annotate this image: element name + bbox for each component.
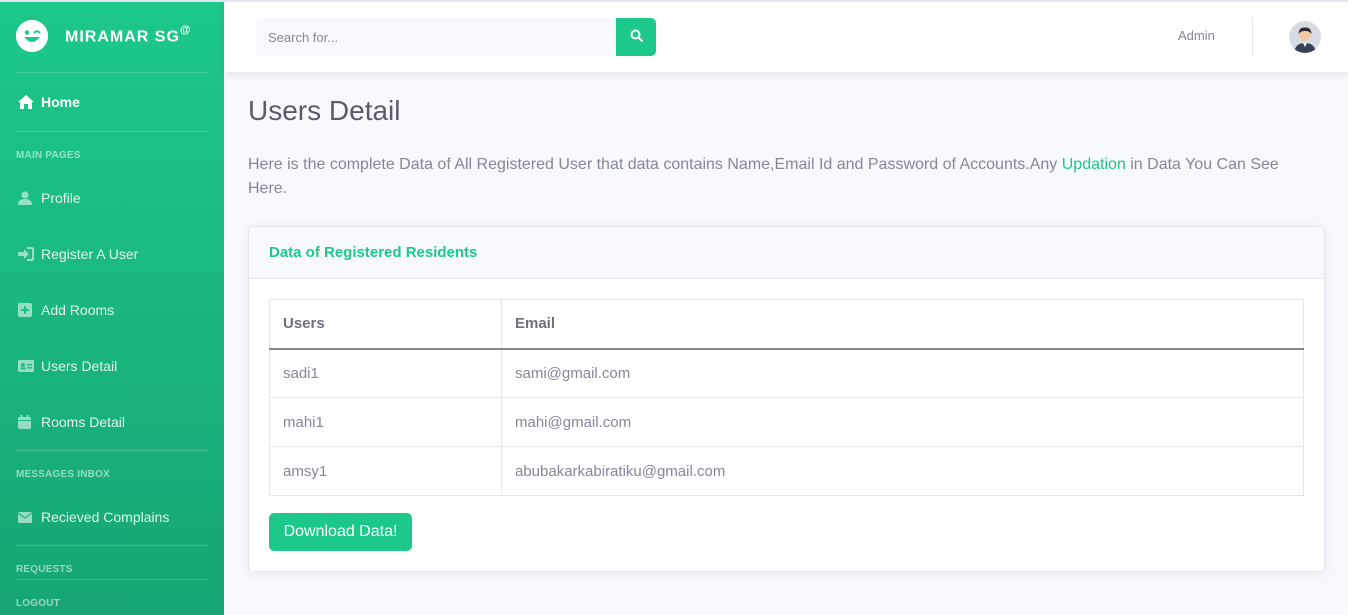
intro-text: Here is the complete Data of All Registe…	[248, 156, 1279, 197]
table-row: amsy1 abubakarkabiratiku@gmail.com	[269, 446, 1304, 496]
home-icon	[18, 95, 41, 109]
search-button[interactable]	[616, 18, 656, 56]
plus-square-icon	[18, 303, 41, 317]
laugh-wink-icon	[16, 20, 48, 52]
calendar-icon	[18, 415, 41, 429]
sidebar-heading-main-pages: MAIN PAGES	[16, 150, 81, 161]
card-title: Data of Registered Residents	[249, 227, 1324, 279]
avatar[interactable]	[1289, 21, 1321, 53]
residents-table: Users Email sadi1 sami@gmail.com mahi1 m…	[269, 299, 1304, 496]
sidebar-item-users-detail[interactable]: Users Detail	[0, 338, 224, 394]
user-cell: amsy1	[269, 446, 502, 496]
sidebar-item-received-complains[interactable]: Recieved Complains	[0, 489, 224, 545]
brand-link[interactable]: MIRAMAR SG@	[0, 0, 224, 72]
topbar-divider	[1252, 17, 1253, 56]
sidebar-item-rooms-detail[interactable]: Rooms Detail	[0, 394, 224, 450]
column-header-users: Users	[269, 299, 502, 350]
brand-name: MIRAMAR SG@	[65, 23, 192, 46]
table-row: sadi1 sami@gmail.com	[269, 348, 1304, 398]
table-row: mahi1 mahi@gmail.com	[269, 397, 1304, 447]
sidebar-item-label: Rooms Detail	[41, 414, 126, 430]
sidebar-item-home[interactable]: Home	[0, 73, 224, 131]
sidebar-heading-requests[interactable]: REQUESTS	[0, 564, 224, 575]
sidebar: MIRAMAR SG@ Home MAIN PAGES Profile Regi…	[0, 0, 224, 615]
top-border	[0, 0, 1348, 2]
sidebar-heading-messages-inbox: MESSAGES INBOX	[16, 469, 110, 480]
sidebar-item-label: Register A User	[41, 246, 139, 262]
email-cell: abubakarkabiratiku@gmail.com	[501, 446, 1304, 496]
id-card-icon	[18, 360, 41, 372]
updation-highlight: Updation	[1061, 156, 1126, 173]
user-cell: mahi1	[269, 397, 502, 447]
topbar: Admin	[224, 0, 1348, 72]
envelope-icon	[18, 511, 41, 523]
sidebar-item-label: Profile	[41, 190, 81, 206]
page-title: Users Detail	[248, 95, 401, 126]
download-data-button[interactable]: Download Data!	[269, 513, 412, 551]
table-header-row: Users Email	[269, 299, 1304, 350]
search-icon	[630, 29, 643, 45]
email-cell: sami@gmail.com	[501, 348, 1304, 398]
sidebar-item-label: Users Detail	[41, 358, 118, 374]
sidebar-item-label: Add Rooms	[41, 302, 115, 318]
user-cell: sadi1	[269, 348, 502, 398]
sidebar-item-profile[interactable]: Profile	[0, 170, 224, 226]
sidebar-item-label: Home	[41, 94, 80, 110]
sidebar-item-register-user[interactable]: Register A User	[0, 226, 224, 282]
sign-in-icon	[18, 247, 41, 261]
search-form	[256, 18, 656, 56]
sidebar-item-label: Recieved Complains	[41, 509, 170, 525]
residents-card: Data of Registered Residents Users Email…	[248, 226, 1325, 572]
sidebar-item-add-rooms[interactable]: Add Rooms	[0, 282, 224, 338]
sidebar-heading-logout[interactable]: LOGOUT	[0, 598, 224, 609]
column-header-email: Email	[501, 299, 1304, 350]
user-name[interactable]: Admin	[1178, 28, 1215, 43]
user-icon	[18, 191, 41, 205]
email-cell: mahi@gmail.com	[501, 397, 1304, 447]
search-input[interactable]	[256, 18, 616, 56]
